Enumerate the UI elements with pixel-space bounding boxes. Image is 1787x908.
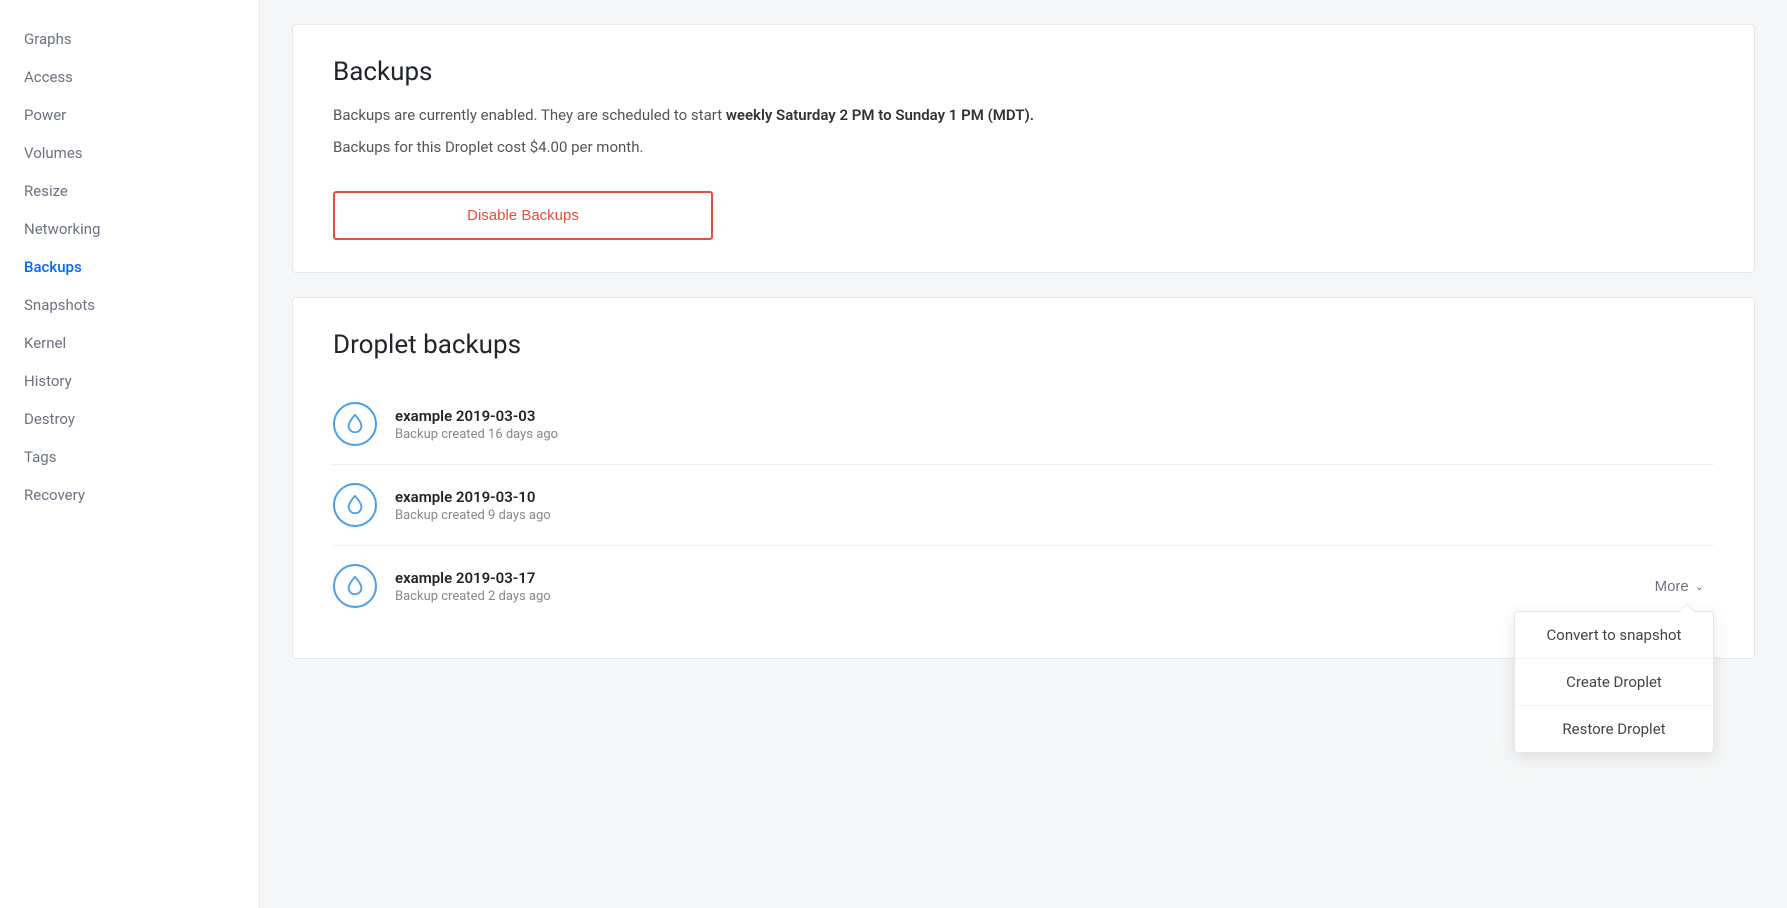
- droplet-icon: [333, 483, 377, 527]
- more-label: More: [1655, 578, 1689, 595]
- sidebar-item-snapshots[interactable]: Snapshots: [0, 286, 259, 324]
- sidebar-item-access[interactable]: Access: [0, 58, 259, 96]
- sidebar-item-graphs[interactable]: Graphs: [0, 20, 259, 58]
- sidebar-item-networking[interactable]: Networking: [0, 210, 259, 248]
- chevron-down-icon: ⌄: [1695, 580, 1704, 593]
- dropdown-item-restore-droplet[interactable]: Restore Droplet: [1515, 706, 1713, 752]
- sidebar: GraphsAccessPowerVolumesResizeNetworking…: [0, 0, 260, 908]
- backup-row: example 2019-03-17 Backup created 2 days …: [333, 546, 1714, 626]
- backups-info-line1: Backups are currently enabled. They are …: [333, 103, 1714, 127]
- sidebar-item-volumes[interactable]: Volumes: [0, 134, 259, 172]
- sidebar-item-resize[interactable]: Resize: [0, 172, 259, 210]
- sidebar-item-recovery[interactable]: Recovery: [0, 476, 259, 514]
- sidebar-item-destroy[interactable]: Destroy: [0, 400, 259, 438]
- backups-info-prefix: Backups are currently enabled. They are …: [333, 106, 726, 124]
- main-content: Backups Backups are currently enabled. T…: [260, 0, 1787, 908]
- backup-name: example 2019-03-03: [395, 407, 1714, 425]
- backups-title: Backups: [333, 57, 1714, 87]
- disable-backups-button[interactable]: Disable Backups: [333, 191, 713, 240]
- backup-info: example 2019-03-17 Backup created 2 days …: [395, 569, 1645, 604]
- sidebar-item-kernel[interactable]: Kernel: [0, 324, 259, 362]
- backup-info: example 2019-03-10 Backup created 9 days …: [395, 488, 1714, 523]
- backup-info: example 2019-03-03 Backup created 16 days…: [395, 407, 1714, 442]
- backup-row: example 2019-03-10 Backup created 9 days …: [333, 465, 1714, 546]
- sidebar-item-power[interactable]: Power: [0, 96, 259, 134]
- droplet-icon: [333, 402, 377, 446]
- more-dropdown-menu: Convert to snapshotCreate DropletRestore…: [1514, 611, 1714, 753]
- backup-date: Backup created 9 days ago: [395, 508, 1714, 523]
- backups-card: Backups Backups are currently enabled. T…: [292, 24, 1755, 273]
- backup-name: example 2019-03-17: [395, 569, 1645, 587]
- backup-name: example 2019-03-10: [395, 488, 1714, 506]
- droplet-backups-card: Droplet backups example 2019-03-03 Backup…: [292, 297, 1755, 659]
- sidebar-item-tags[interactable]: Tags: [0, 438, 259, 476]
- dropdown-item-create-droplet[interactable]: Create Droplet: [1515, 659, 1713, 706]
- more-dropdown-wrapper: More⌄Convert to snapshotCreate DropletRe…: [1645, 572, 1714, 601]
- backup-date: Backup created 2 days ago: [395, 589, 1645, 604]
- droplet-icon: [333, 564, 377, 608]
- backup-date: Backup created 16 days ago: [395, 427, 1714, 442]
- sidebar-item-backups[interactable]: Backups: [0, 248, 259, 286]
- more-button[interactable]: More ⌄: [1645, 572, 1714, 601]
- droplet-backups-title: Droplet backups: [333, 330, 1714, 360]
- backups-schedule: weekly Saturday 2 PM to Sunday 1 PM (MDT…: [726, 106, 1034, 124]
- backup-list: example 2019-03-03 Backup created 16 days…: [333, 384, 1714, 626]
- dropdown-item-convert-to-snapshot[interactable]: Convert to snapshot: [1515, 612, 1713, 659]
- backup-row: example 2019-03-03 Backup created 16 days…: [333, 384, 1714, 465]
- sidebar-item-history[interactable]: History: [0, 362, 259, 400]
- backups-cost: Backups for this Droplet cost $4.00 per …: [333, 135, 1714, 159]
